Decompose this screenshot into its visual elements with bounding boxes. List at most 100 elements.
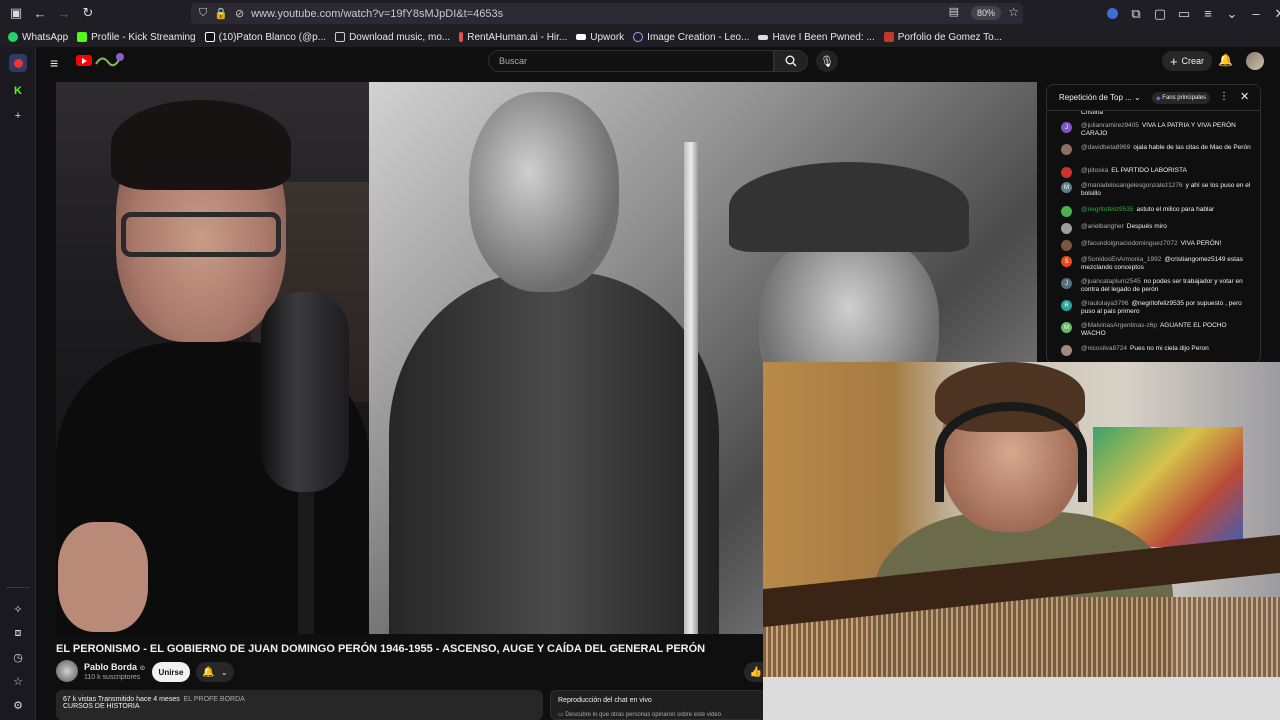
webcam-foreground (763, 677, 1280, 720)
bookmark-whatsapp[interactable]: WhatsApp (8, 32, 68, 43)
url-bar[interactable]: ⛉ 🔒 ⊘ www.youtube.com/watch?v=19fY8sMJpD… (191, 3, 1023, 24)
bookmark-upwork[interactable]: Upwork (576, 32, 624, 43)
channel-name[interactable]: Pablo Borda ⊙ (84, 662, 145, 672)
more-options-icon[interactable]: ⋮ (1219, 91, 1229, 102)
chat-header: Repetición de Top ... ⌄ ◆ Fans principal… (1047, 85, 1260, 111)
microphone-icon: 🎙 (820, 55, 834, 68)
back-icon[interactable]: ← (28, 1, 52, 25)
chat-text: EL PARTIDO LABORISTA (1111, 167, 1187, 174)
sidebar-toggle-icon[interactable]: ▣ (4, 1, 28, 25)
chat-mode-dropdown[interactable]: Repetición de Top ... ⌄ (1059, 93, 1141, 102)
browser-sidebar: K + ✧ ⧈ ◷ ☆ ⚙ (0, 47, 36, 720)
chat-username[interactable]: @pitoska (1081, 167, 1108, 174)
chat-username[interactable]: @negritofeliz9535 (1081, 206, 1134, 213)
bookmark-kick[interactable]: Profile - Kick Streaming (77, 32, 196, 43)
bookmark-star-icon[interactable]: ☆ (1008, 5, 1019, 19)
plus-icon: + (1169, 53, 1178, 69)
hamburger-menu-icon[interactable]: ≡ (50, 55, 58, 71)
bookmark-portfolio[interactable]: Porfolio de Gomez To... (883, 32, 1002, 43)
extension-icon[interactable] (1100, 2, 1124, 26)
youtube-doodle[interactable] (94, 52, 126, 68)
search-input[interactable]: Buscar (488, 50, 774, 72)
zoom-level[interactable]: 80% (970, 6, 1001, 20)
chat-replay-title: Reproducción del chat en vivo (558, 697, 652, 704)
chevron-down-icon[interactable]: ⌄ (1220, 2, 1244, 26)
history-panel-icon[interactable]: ⧈ (9, 624, 27, 642)
bookmarks-bar: WhatsApp Profile - Kick Streaming (10)Pa… (0, 27, 1280, 47)
chat-username[interactable]: @nicosilva8724 (1081, 345, 1127, 352)
subscription-bell-button[interactable]: 🔔 ⌄ (196, 662, 234, 682)
close-window-icon[interactable]: ✕ (1268, 2, 1280, 26)
minimize-icon[interactable]: – (1244, 2, 1268, 26)
notifications-bell-icon[interactable]: 🔔 (1218, 53, 1233, 67)
bookmarks-icon[interactable]: ☆ (9, 672, 27, 690)
bookmark-download[interactable]: Download music, mo... (335, 32, 450, 43)
channel-avatar[interactable] (56, 660, 78, 682)
chat-username[interactable]: @SonidosEnArmonia_1992 (1081, 256, 1161, 263)
bookmark-image-creation[interactable]: Image Creation - Leo... (633, 32, 749, 43)
url-text: www.youtube.com/watch?v=19fY8sMJpDI&t=46… (251, 7, 504, 20)
chat-username[interactable]: @facundoignaciodominguez7072 (1081, 240, 1178, 247)
account-avatar[interactable] (1246, 52, 1264, 70)
add-icon[interactable]: + (9, 107, 27, 125)
bell-icon: 🔔 (202, 666, 215, 678)
chat-text: astuto el milico para hablar (1136, 206, 1215, 213)
menu-icon[interactable]: ≡ (1196, 2, 1220, 26)
extensions-toolbar: ⧉ ▢ ▭ ≡ ⌄ – ✕ (1100, 0, 1280, 27)
globe-icon (633, 32, 644, 42)
bookmark-hibp[interactable]: Have I Been Pwned: ... (758, 32, 875, 43)
bookmark-tiktok[interactable]: (10)Paton Blanco (@p... (204, 32, 326, 43)
chat-username[interactable]: @mariadelosangelesgonzalez1276 (1081, 182, 1183, 189)
chat-username[interactable]: @juancataplum2545 (1081, 278, 1141, 285)
lock-icon: 🔒 (214, 8, 228, 20)
create-button[interactable]: + Crear (1162, 51, 1212, 71)
chat-username[interactable]: @davidbeta8969 (1081, 144, 1130, 151)
channel-tag[interactable]: EL PROFE BORDA (184, 696, 245, 703)
kick-icon (77, 32, 88, 42)
chat-username[interactable]: @arielbangher (1081, 223, 1124, 230)
bookmark-rentahuman[interactable]: RentAHuman.ai - Hir... (459, 32, 567, 43)
chat-username[interactable]: @MalvinasArgentinas-z6p (1081, 322, 1157, 329)
chat-avatar (1061, 144, 1072, 155)
chat-avatar (1061, 223, 1072, 234)
chat-username[interactable]: @raulolaya3796 (1081, 300, 1128, 307)
fans-icon: ◆ (1156, 95, 1161, 102)
chat-avatar (1061, 345, 1072, 356)
chat-avatar: M (1061, 182, 1072, 193)
sidebar-icon[interactable]: ▭ (1172, 2, 1196, 26)
headphones (935, 402, 1087, 502)
join-button[interactable]: Unirse (152, 662, 190, 682)
view-stats: 67 k vistas Transmitido hace 4 meses (63, 696, 180, 703)
chat-username[interactable]: @julianramirez9405 (1081, 122, 1139, 129)
reload-icon[interactable]: ↻ (76, 1, 100, 25)
reader-view-icon[interactable]: ▤ (949, 5, 959, 18)
chat-text: VIVA PERÓN! (1180, 240, 1222, 247)
fans-badge[interactable]: ◆ Fans principales (1152, 92, 1210, 104)
youtube-logo[interactable] (76, 55, 92, 66)
shield-icon: ⛉ (199, 7, 208, 19)
search-button[interactable] (774, 50, 808, 72)
photo-fedora-hat (729, 162, 969, 252)
voice-search-button[interactable]: 🎙 (816, 50, 838, 72)
description-text: CURSOS DE HISTORIA (63, 703, 140, 710)
whatsapp-icon (8, 32, 18, 42)
chat-avatar: S (1061, 256, 1072, 267)
close-icon[interactable]: ✕ (1240, 90, 1249, 103)
forward-icon[interactable]: → (52, 1, 76, 25)
kick-sidebar-icon[interactable]: K (9, 82, 27, 100)
page-icon (335, 32, 346, 42)
ai-icon[interactable]: ✧ (9, 600, 27, 618)
chat-replay-box[interactable]: Reproducción del chat en vivo ▭ Descubre… (550, 690, 765, 720)
clock-icon[interactable]: ◷ (9, 648, 27, 666)
host-hair (111, 100, 291, 190)
chevron-down-icon: ⌄ (220, 667, 228, 677)
description-box[interactable]: 67 k vistas Transmitido hace 4 meses EL … (56, 690, 543, 720)
search-icon (785, 55, 797, 67)
chat-avatar: R (1061, 300, 1072, 311)
container-icon[interactable]: ▢ (1148, 2, 1172, 26)
browser-toolbar: ▣ ← → ↻ ⛉ 🔒 ⊘ www.youtube.com/watch?v=19… (0, 0, 1280, 27)
portfolio-icon (883, 32, 894, 42)
youtube-tab-icon[interactable] (9, 54, 27, 72)
puzzle-icon[interactable]: ⧉ (1124, 2, 1148, 26)
settings-icon[interactable]: ⚙ (9, 696, 27, 714)
